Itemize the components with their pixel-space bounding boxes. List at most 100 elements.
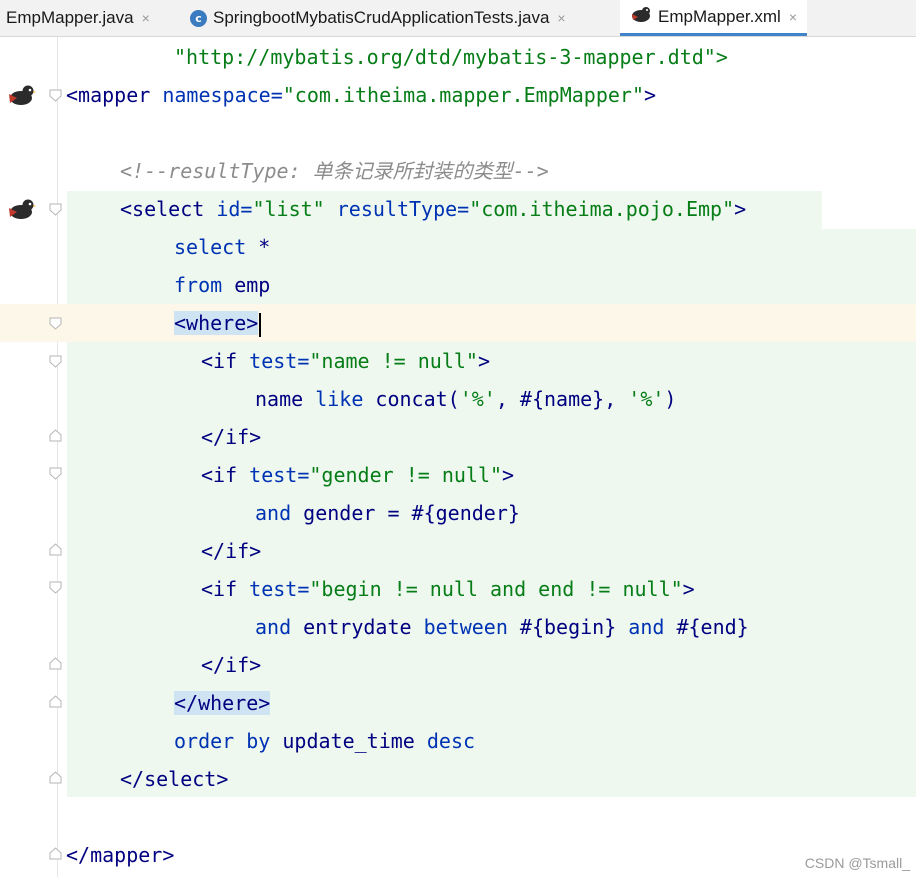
sql-text: #{begin} — [507, 615, 629, 639]
fold-open-icon[interactable] — [49, 89, 62, 102]
code-line-if-begin-end[interactable]: <if test="begin != null and end != null"… — [201, 570, 695, 608]
fold-close-icon[interactable] — [49, 771, 62, 784]
code-line-if-close[interactable]: </if> — [201, 418, 261, 456]
code-line-where-close[interactable]: </where> — [174, 684, 271, 722]
sql-string: '%' — [459, 387, 496, 411]
code-line-select-close[interactable]: </select> — [120, 760, 228, 798]
tab-label: EmpMapper.xml — [658, 6, 781, 26]
gutter-divider — [57, 37, 58, 877]
tag-if-close: </if> — [201, 425, 262, 449]
tab-application-tests[interactable]: c SpringbootMybatisCrudApplicationTests.… — [190, 0, 566, 36]
sql-keyword: order by — [174, 729, 271, 753]
tag-if-close: </if> — [201, 539, 262, 563]
sql-text: * — [246, 235, 271, 259]
tag-close: > — [477, 349, 491, 373]
sql-text: emp — [222, 273, 271, 297]
fold-close-icon[interactable] — [49, 695, 62, 708]
tag-close: > — [502, 463, 515, 487]
sql-text: , #{name}, — [495, 387, 629, 411]
fold-close-icon[interactable] — [49, 657, 62, 670]
code-line-name-like[interactable]: name like concat('%', #{name}, '%') — [255, 380, 676, 418]
tag-close: > — [643, 83, 657, 107]
fold-open-icon[interactable] — [49, 467, 62, 480]
code-line-if-close[interactable]: </if> — [201, 532, 261, 570]
attr-value: "begin != null and end != null" — [309, 577, 683, 601]
tag-open: <if — [201, 349, 250, 373]
attr-value: "name != null" — [309, 349, 478, 373]
sql-keyword: from — [174, 273, 223, 297]
close-icon[interactable]: × — [557, 10, 565, 26]
fold-close-icon[interactable] — [49, 429, 62, 442]
fold-close-icon[interactable] — [49, 543, 62, 556]
tag-open: <if — [201, 577, 250, 601]
tag-where-open: <where> — [174, 311, 259, 335]
code-line-select-open[interactable]: <select id="list" resultType="com.itheim… — [120, 190, 746, 228]
tag-select-close: </select> — [120, 767, 229, 791]
attr-value: "com.itheima.pojo.Emp" — [469, 197, 735, 221]
tab-empmapper-xml[interactable]: EmpMapper.xml × — [620, 0, 808, 36]
watermark: CSDN @Tsmall_ — [804, 855, 910, 871]
sql-string: '%' — [628, 387, 665, 411]
tag-open: <select — [120, 197, 217, 221]
mybatis-gutter-icon[interactable] — [7, 197, 37, 221]
fold-open-icon[interactable] — [49, 355, 62, 368]
tag-mapper-close: </mapper> — [66, 843, 175, 867]
tab-empmapper-java[interactable]: EmpMapper.java × — [6, 0, 150, 36]
sql-text: gender = #{gender} — [291, 501, 520, 525]
mybatis-icon — [630, 5, 652, 28]
sql-keyword: desc — [426, 729, 476, 753]
close-icon[interactable]: × — [142, 10, 150, 26]
sql-text: concat( — [363, 387, 460, 411]
sql-text: update_time — [270, 729, 427, 753]
sql-keyword: and — [255, 615, 292, 639]
attr-name: test= — [249, 577, 310, 601]
attr-value: "list" — [252, 197, 337, 221]
attr-name: id= — [216, 197, 253, 221]
sql-keyword: like — [315, 387, 364, 411]
code-line-if-gender[interactable]: <if test="gender != null"> — [201, 456, 514, 494]
fold-open-icon[interactable] — [49, 317, 62, 330]
sql-keyword: and — [255, 501, 292, 525]
sql-keyword: select — [174, 235, 247, 259]
code-line-order-by[interactable]: order by update_time desc — [174, 722, 475, 760]
tag-open: <if — [201, 463, 250, 487]
code-line-if-close[interactable]: </if> — [201, 646, 261, 684]
close-icon[interactable]: × — [789, 9, 797, 25]
tag-if-close: </if> — [201, 653, 262, 677]
code-line-mapper-open[interactable]: <mapper namespace="com.itheima.mapper.Em… — [66, 76, 656, 114]
fold-close-icon[interactable] — [49, 847, 62, 860]
code-line-if-name[interactable]: <if test="name != null"> — [201, 342, 490, 380]
tab-label: EmpMapper.java — [6, 8, 134, 27]
sql-keyword: between — [423, 615, 508, 639]
attr-name: namespace= — [162, 83, 283, 107]
current-line-highlight — [0, 304, 916, 342]
sql-keyword: and — [628, 615, 665, 639]
text-cursor — [259, 312, 262, 337]
tag-where-close: </where> — [174, 691, 271, 715]
tag-close: > — [734, 197, 747, 221]
doctype-url: "http://mybatis.org/dtd/mybatis-3-mapper… — [174, 45, 728, 69]
code-line-and-gender[interactable]: and gender = #{gender} — [255, 494, 520, 532]
fold-open-icon[interactable] — [49, 581, 62, 594]
code-line-and-entrydate[interactable]: and entrydate between #{begin} and #{end… — [255, 608, 749, 646]
code-editor[interactable]: "http://mybatis.org/dtd/mybatis-3-mapper… — [0, 37, 916, 877]
code-line-where-open[interactable]: <where> — [174, 304, 262, 342]
sql-text: ) — [664, 387, 677, 411]
code-line-sql-from[interactable]: from emp — [174, 266, 270, 304]
attr-name: resultType= — [336, 197, 470, 221]
tag-open: <mapper — [66, 83, 163, 107]
attr-name: test= — [249, 349, 310, 373]
code-line-comment[interactable]: <!--resultType: 单条记录所封装的类型--> — [120, 152, 549, 190]
sql-text: #{end} — [664, 615, 749, 639]
code-line-sql-select[interactable]: select * — [174, 228, 270, 266]
sql-text: name — [255, 387, 316, 411]
code-line-mapper-close[interactable]: </mapper> — [66, 836, 174, 874]
fold-open-icon[interactable] — [49, 203, 62, 216]
tab-label: SpringbootMybatisCrudApplicationTests.ja… — [213, 8, 550, 27]
code-line-doctype[interactable]: "http://mybatis.org/dtd/mybatis-3-mapper… — [174, 38, 728, 76]
attr-value: "gender != null" — [309, 463, 503, 487]
editor-tab-bar: EmpMapper.java × c SpringbootMybatisCrud… — [0, 0, 916, 37]
mybatis-gutter-icon[interactable] — [7, 83, 37, 107]
java-class-icon: c — [190, 9, 207, 27]
tag-close: > — [682, 577, 695, 601]
